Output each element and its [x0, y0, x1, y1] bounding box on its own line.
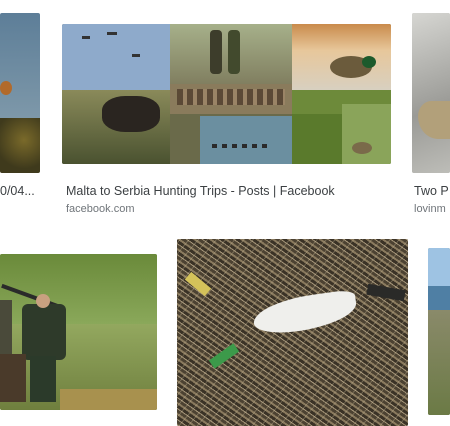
result-caption-1[interactable]: 0/04... [0, 184, 40, 198]
result-source-3: lovinm [414, 203, 446, 215]
result-source-2: facebook.com [66, 203, 135, 215]
result-thumbnail-3[interactable] [412, 13, 450, 173]
result-thumbnail-4[interactable] [0, 254, 157, 410]
result-thumbnail-5[interactable] [177, 239, 408, 426]
result-thumbnail-2[interactable] [62, 24, 391, 164]
result-caption-2[interactable]: Malta to Serbia Hunting Trips - Posts | … [66, 184, 386, 198]
result-caption-3[interactable]: Two P [414, 184, 450, 198]
result-thumbnail-6[interactable] [428, 248, 450, 415]
result-thumbnail-1[interactable] [0, 13, 40, 173]
